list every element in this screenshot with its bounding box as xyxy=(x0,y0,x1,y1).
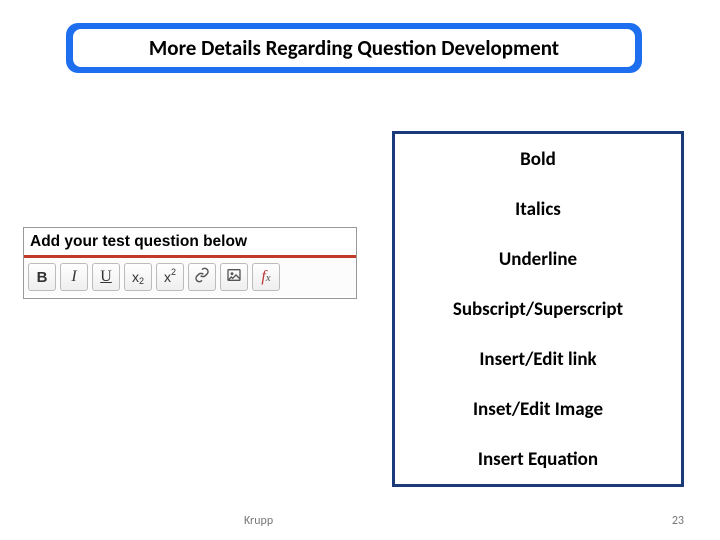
footer-page-number: 23 xyxy=(672,514,684,528)
bold-button[interactable]: B xyxy=(28,263,56,291)
link-button[interactable] xyxy=(188,263,216,291)
image-icon xyxy=(226,267,242,288)
equation-button[interactable]: fx xyxy=(252,263,280,291)
superscript-button[interactable]: x2 xyxy=(156,263,184,291)
image-button[interactable] xyxy=(220,263,248,291)
feature-image: Inset/Edit Image xyxy=(395,384,681,434)
slide-title: More Details Regarding Question Developm… xyxy=(73,29,635,67)
italic-button[interactable]: I xyxy=(60,263,88,291)
subscript-button[interactable]: x2 xyxy=(124,263,152,291)
editor-prompt: Add your test question below xyxy=(24,228,356,258)
link-icon xyxy=(194,267,210,288)
feature-underline: Underline xyxy=(395,234,681,284)
feature-bold: Bold xyxy=(395,134,681,184)
feature-link: Insert/Edit link xyxy=(395,334,681,384)
feature-italics: Italics xyxy=(395,184,681,234)
feature-equation: Insert Equation xyxy=(395,434,681,484)
features-list: Bold Italics Underline Subscript/Supersc… xyxy=(392,131,684,487)
editor-toolbar: B I U x2 x2 xyxy=(24,258,356,296)
editor-widget: Add your test question below B I U x2 x2 xyxy=(23,227,357,299)
fx-icon: fx xyxy=(261,268,270,286)
footer-author: Krupp xyxy=(244,514,273,528)
underline-button[interactable]: U xyxy=(92,263,120,291)
title-bar: More Details Regarding Question Developm… xyxy=(66,23,642,73)
feature-sub-sup: Subscript/Superscript xyxy=(395,284,681,334)
